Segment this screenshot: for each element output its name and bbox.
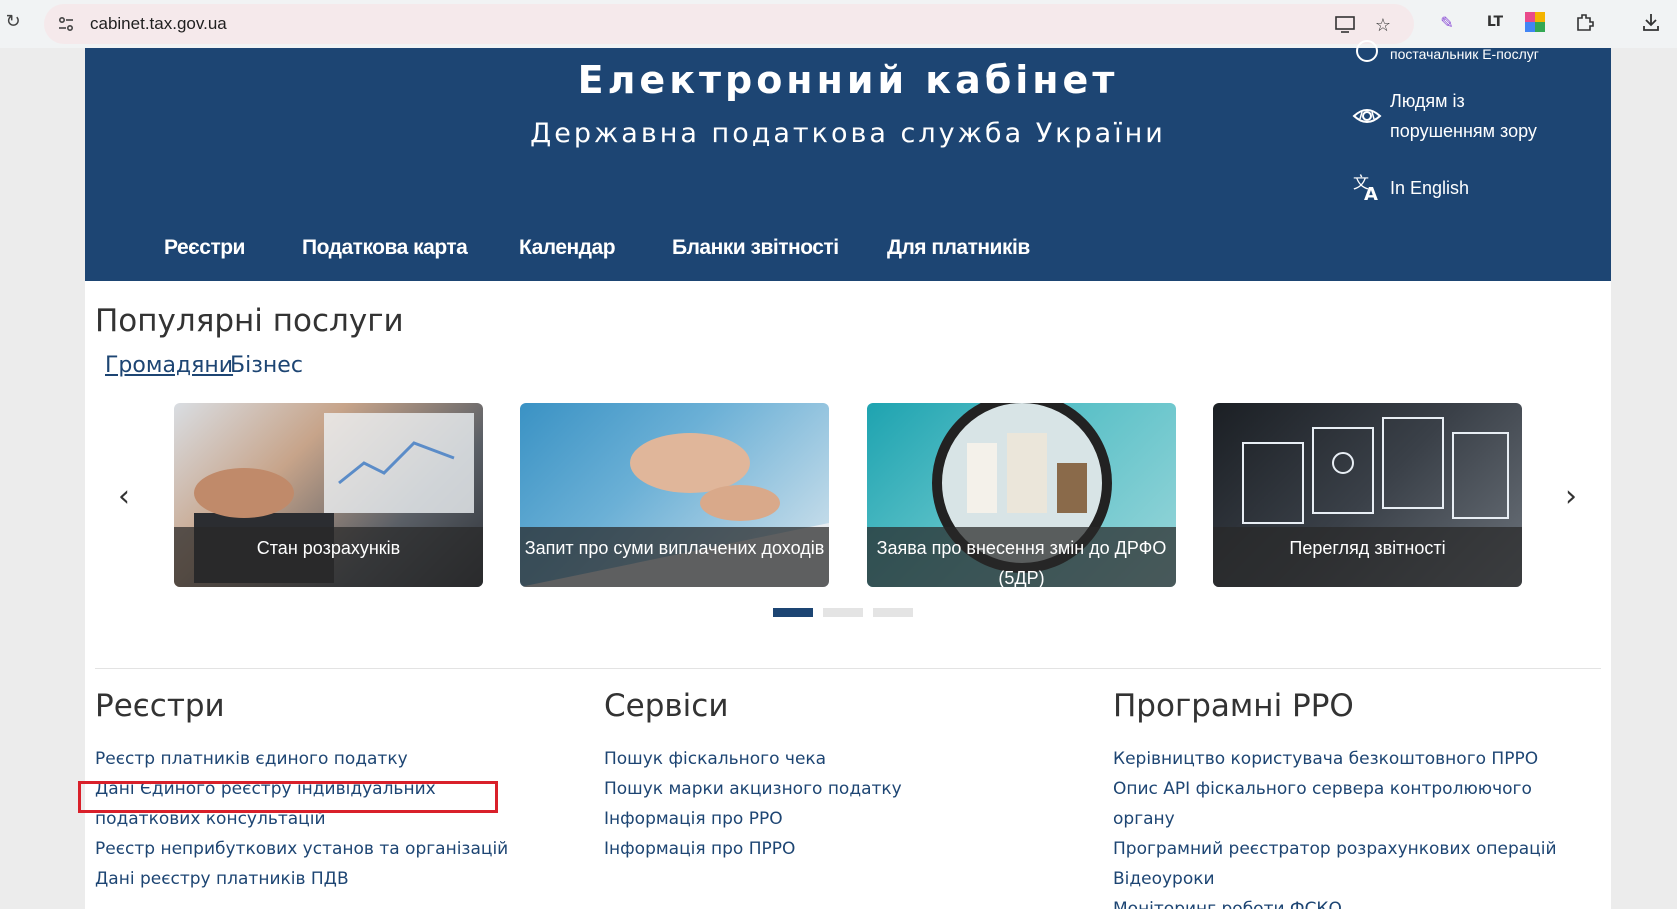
service-card-caption: Заява про внесення змін до ДРФО (5ДР)	[867, 527, 1176, 587]
service-link[interactable]: Пошук фіскального чека	[604, 744, 1064, 774]
software-rro-link[interactable]: Керівництво користувача безкоштовного ПР…	[1113, 744, 1593, 774]
nav-item-for-payers[interactable]: Для платників	[887, 236, 1030, 260]
site-settings-icon[interactable]	[56, 14, 76, 34]
nav-item-tax-map[interactable]: Податкова карта	[302, 236, 468, 260]
main-nav: Реєстри Податкова карта Календар Бланки …	[85, 236, 1611, 272]
carousel-next-icon[interactable]: ›	[1556, 476, 1586, 516]
install-app-icon[interactable]	[1334, 14, 1356, 36]
extensions-puzzle-icon[interactable]	[1574, 11, 1596, 33]
carousel-dot[interactable]	[773, 608, 813, 617]
tab-business[interactable]: Бізнес	[230, 353, 303, 378]
carousel-prev-icon[interactable]: ‹	[109, 476, 139, 516]
service-card[interactable]: Запит про суми виплачених доходів	[520, 403, 829, 587]
software-rro-link[interactable]: Відеоуроки	[1113, 864, 1593, 894]
nav-item-registries[interactable]: Реєстри	[164, 236, 245, 260]
color-extension-icon[interactable]	[1524, 11, 1546, 33]
registries-list: Реєстр платників єдиного податку Дані Єд…	[95, 744, 535, 894]
page-content: Електронний кабінет Державна податкова с…	[85, 40, 1611, 909]
url-text[interactable]: cabinet.tax.gov.ua	[90, 14, 227, 34]
e-services-provider-link[interactable]: постачальник Е-послуг	[1390, 42, 1539, 66]
browser-toolbar: ↻ cabinet.tax.gov.ua ☆ ✎ LT	[0, 0, 1677, 48]
service-link[interactable]: Інформація про ПРРО	[604, 834, 1064, 864]
site-header: Електронний кабінет Державна податкова с…	[85, 40, 1611, 281]
lt-extension-icon[interactable]: LT	[1484, 11, 1506, 33]
registry-link[interactable]: Реєстр неприбуткових установ та організа…	[95, 834, 535, 864]
english-link[interactable]: In English	[1390, 173, 1469, 203]
software-rro-link[interactable]: Моніторинг роботи ФСКО	[1113, 894, 1593, 909]
software-rro-link[interactable]: Програмний реєстратор розрахункових опер…	[1113, 834, 1593, 864]
accessibility-link[interactable]: Людям із порушенням зору	[1390, 86, 1537, 146]
service-link[interactable]: Інформація про РРО	[604, 804, 1064, 834]
highlight-annotation	[78, 781, 498, 813]
svg-text:A: A	[1364, 184, 1378, 202]
service-card[interactable]: Стан розрахунків	[174, 403, 483, 587]
service-card-caption: Перегляд звітності	[1213, 527, 1522, 587]
section-divider	[95, 668, 1601, 669]
registry-link[interactable]: Реєстр платників єдиного податку	[95, 744, 535, 774]
software-rro-title: Програмні РРО	[1113, 688, 1354, 724]
carousel-dot[interactable]	[873, 608, 913, 617]
translate-icon: 文A	[1350, 173, 1384, 203]
nav-item-report-forms[interactable]: Бланки звітності	[672, 236, 839, 260]
user-icon	[1350, 36, 1384, 66]
carousel-dot[interactable]	[823, 608, 863, 617]
bookmark-star-icon[interactable]: ☆	[1372, 14, 1394, 36]
services-title: Сервіси	[604, 688, 729, 724]
address-bar[interactable]: cabinet.tax.gov.ua ☆	[44, 4, 1414, 44]
popular-services-title: Популярні послуги	[95, 303, 404, 339]
software-rro-link[interactable]: Опис API фіскального сервера контролюючо…	[1113, 774, 1593, 834]
eye-icon	[1350, 101, 1384, 131]
nav-item-calendar[interactable]: Календар	[519, 236, 616, 260]
download-icon[interactable]	[1640, 11, 1662, 33]
service-card-caption: Стан розрахунків	[174, 527, 483, 587]
service-link[interactable]: Пошук марки акцизного податку	[604, 774, 1064, 804]
service-card[interactable]: Заява про внесення змін до ДРФО (5ДР)	[867, 403, 1176, 587]
tab-citizens[interactable]: Громадяни	[105, 353, 233, 378]
software-rro-list: Керівництво користувача безкоштовного ПР…	[1113, 744, 1593, 909]
pen-extension-icon[interactable]: ✎	[1436, 11, 1458, 33]
reload-icon[interactable]: ↻	[2, 10, 24, 32]
service-card[interactable]: Перегляд звітності	[1213, 403, 1522, 587]
services-list: Пошук фіскального чека Пошук марки акциз…	[604, 744, 1064, 864]
service-card-caption: Запит про суми виплачених доходів	[520, 527, 829, 587]
registry-link[interactable]: Дані реєстру платників ПДВ	[95, 864, 535, 894]
registries-title: Реєстри	[95, 688, 225, 724]
